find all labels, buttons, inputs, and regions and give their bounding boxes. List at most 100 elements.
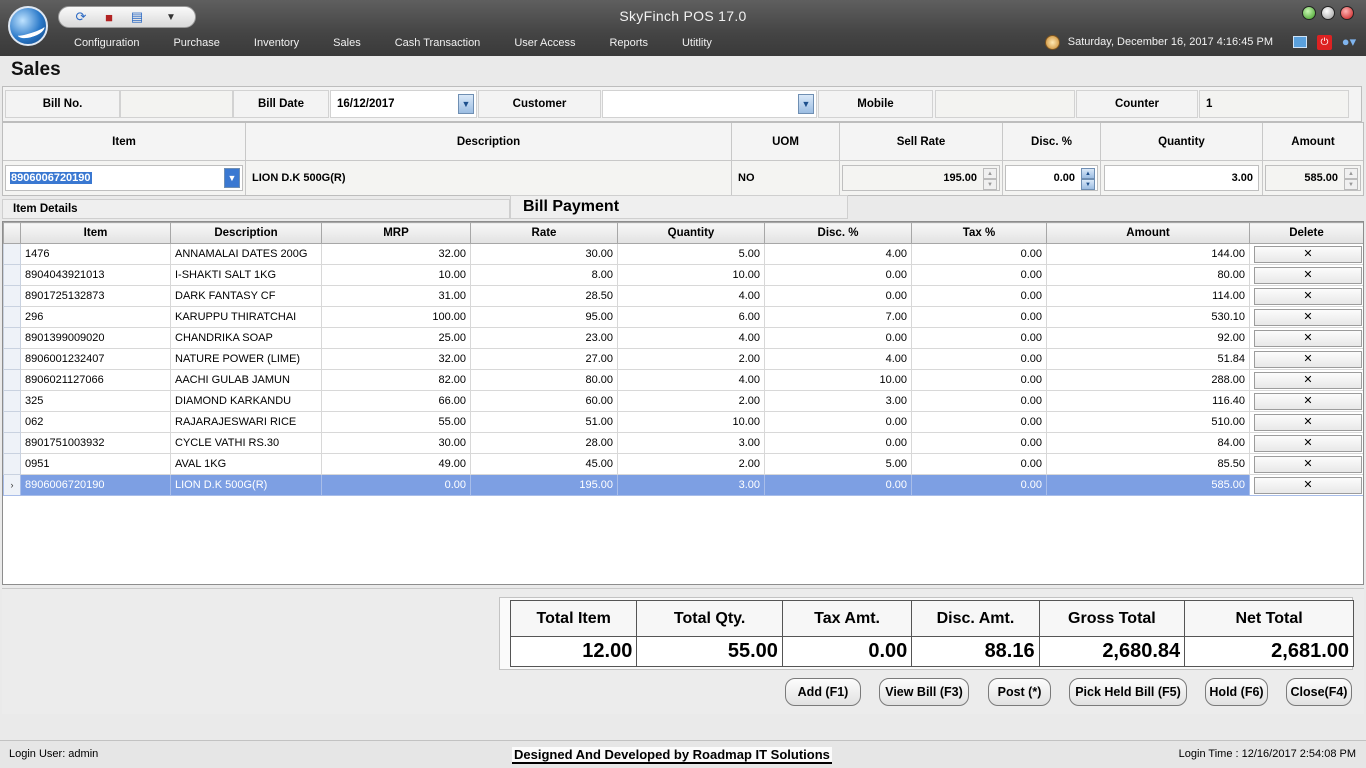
table-cell[interactable]: 10.00 [764,369,912,391]
menu-purchase[interactable]: Purchase [173,37,219,49]
row-selector[interactable]: › [3,474,21,496]
delete-row-button[interactable]: ✕ [1254,434,1362,452]
row-selector[interactable] [3,306,21,328]
table-cell[interactable]: 0.00 [321,474,471,496]
table-cell[interactable]: 0.00 [764,264,912,286]
table-cell[interactable]: 8906021127066 [20,369,171,391]
menu-configuration[interactable]: Configuration [74,37,139,49]
table-cell[interactable]: AACHI GULAB JAMUN [170,369,322,391]
disc-percent-spinner[interactable]: 0.00 ▲ ▼ [1005,165,1098,191]
table-row[interactable]: 062 RAJARAJESWARI RICE 55.00 51.00 10.00 0.00… [3,411,1363,433]
table-cell[interactable]: 2.00 [617,348,765,370]
power-icon[interactable]: ⏻ [1317,34,1332,50]
table-cell[interactable]: 28.50 [470,285,618,307]
table-cell[interactable]: 10.00 [617,411,765,433]
table-cell[interactable]: 3.00 [764,390,912,412]
table-cell[interactable]: 4.00 [617,369,765,391]
table-cell[interactable]: 0.00 [764,285,912,307]
delete-row-button[interactable]: ✕ [1254,350,1362,368]
table-cell[interactable]: 3.00 [617,474,765,496]
table-cell[interactable]: 530.10 [1046,306,1250,328]
table-cell[interactable]: 8904043921013 [20,264,171,286]
table-cell[interactable]: 51.00 [470,411,618,433]
table-cell[interactable]: 195.00 [470,474,618,496]
table-cell[interactable]: 8906006720190 [20,474,171,496]
table-cell[interactable]: NATURE POWER (LIME) [170,348,322,370]
table-cell[interactable]: 288.00 [1046,369,1250,391]
table-cell[interactable]: 0.00 [911,327,1047,349]
table-cell[interactable]: 60.00 [470,390,618,412]
mobile-field[interactable] [935,90,1075,118]
col-header-amount[interactable]: Amount [1046,222,1250,244]
table-cell[interactable]: 0.00 [911,432,1047,454]
spin-down-icon[interactable]: ▼ [1081,179,1095,190]
table-cell[interactable]: 80.00 [1046,264,1250,286]
table-cell[interactable]: 82.00 [321,369,471,391]
spin-up-icon[interactable]: ▲ [1344,168,1358,179]
row-selector[interactable] [3,285,21,307]
delete-row-button[interactable]: ✕ [1254,287,1362,305]
table-cell[interactable]: 2.00 [617,390,765,412]
delete-row-button[interactable]: ✕ [1254,476,1362,494]
table-cell[interactable]: 84.00 [1046,432,1250,454]
table-row[interactable]: 8901751003932 CYCLE VATHI RS.30 30.00 28.00… [3,432,1363,454]
menu-utility[interactable]: Utitlity [682,37,712,49]
table-cell[interactable]: CYCLE VATHI RS.30 [170,432,322,454]
table-cell[interactable]: KARUPPU THIRATCHAI [170,306,322,328]
table-row[interactable]: › 8906006720190 LION D.K 500G(R) 0.00 195.00… [3,474,1363,496]
table-cell[interactable]: 5.00 [764,453,912,475]
table-cell[interactable]: 28.00 [470,432,618,454]
table-cell[interactable]: 23.00 [470,327,618,349]
table-cell[interactable]: DARK FANTASY CF [170,285,322,307]
row-selector[interactable] [3,264,21,286]
table-cell[interactable]: 51.84 [1046,348,1250,370]
table-cell[interactable]: 32.00 [321,348,471,370]
table-cell[interactable]: 45.00 [470,453,618,475]
table-cell[interactable]: 0.00 [911,369,1047,391]
item-code-combo[interactable]: 8906006720190 ▼ [5,165,243,191]
monitor-icon[interactable] [1293,36,1307,48]
row-selector[interactable] [3,243,21,265]
spin-down-icon[interactable]: ▼ [1344,179,1358,190]
table-cell[interactable]: I-SHAKTI SALT 1KG [170,264,322,286]
spin-up-icon[interactable]: ▲ [983,168,997,179]
table-cell[interactable]: ANNAMALAI DATES 200G [170,243,322,265]
table-cell[interactable]: LION D.K 500G(R) [170,474,322,496]
table-cell[interactable]: 25.00 [321,327,471,349]
table-cell[interactable]: 0.00 [764,411,912,433]
close-button[interactable]: Close(F4) [1286,678,1352,706]
table-cell[interactable]: 8901399009020 [20,327,171,349]
table-cell[interactable]: 062 [20,411,171,433]
table-cell[interactable]: RAJARAJESWARI RICE [170,411,322,433]
pick-held-bill-button[interactable]: Pick Held Bill (F5) [1069,678,1187,706]
table-cell[interactable]: 66.00 [321,390,471,412]
table-row[interactable]: 8904043921013 I-SHAKTI SALT 1KG 10.00 8.00 1… [3,264,1363,286]
table-cell[interactable]: 325 [20,390,171,412]
table-cell[interactable]: 80.00 [470,369,618,391]
bill-date-picker[interactable]: 16/12/2017 ▼ [330,90,477,118]
amount-spinner[interactable]: 585.00 ▲ ▼ [1265,165,1361,191]
minimize-button[interactable] [1302,6,1316,20]
delete-row-button[interactable]: ✕ [1254,245,1362,263]
table-row[interactable]: 8901725132873 DARK FANTASY CF 31.00 28.50 4.… [3,285,1363,307]
bill-no-field[interactable] [120,90,233,118]
table-cell[interactable]: 0.00 [764,474,912,496]
chevron-down-icon[interactable]: ▼ [798,94,814,114]
table-cell[interactable]: 0.00 [911,306,1047,328]
table-cell[interactable]: 30.00 [470,243,618,265]
table-cell[interactable]: 1476 [20,243,171,265]
table-cell[interactable]: 31.00 [321,285,471,307]
post-button[interactable]: Post (*) [988,678,1051,706]
table-cell[interactable]: 55.00 [321,411,471,433]
table-cell[interactable]: 6.00 [617,306,765,328]
maximize-button[interactable] [1321,6,1335,20]
table-cell[interactable]: 30.00 [321,432,471,454]
delete-row-button[interactable]: ✕ [1254,266,1362,284]
table-cell[interactable]: 0.00 [911,285,1047,307]
table-cell[interactable]: 2.00 [617,453,765,475]
table-cell[interactable]: 10.00 [321,264,471,286]
add-button[interactable]: Add (F1) [785,678,861,706]
menu-sales[interactable]: Sales [333,37,361,49]
table-cell[interactable]: 0.00 [911,474,1047,496]
view-bill-button[interactable]: View Bill (F3) [879,678,969,706]
